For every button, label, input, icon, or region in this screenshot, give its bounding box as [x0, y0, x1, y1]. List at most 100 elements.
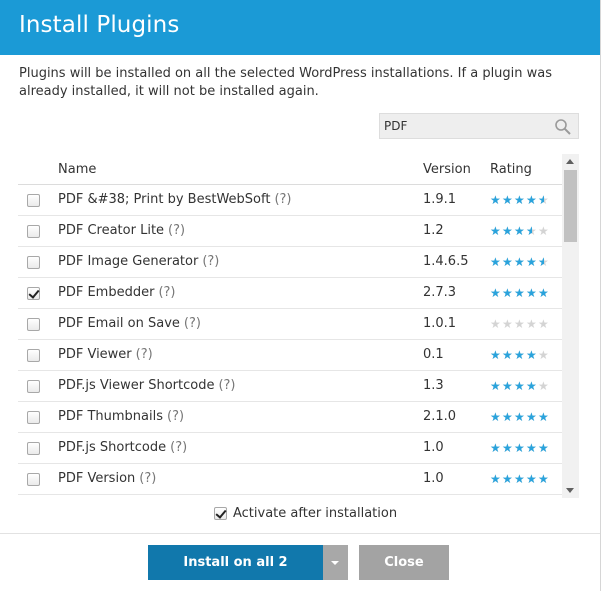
plugin-info-link[interactable]: (?) — [136, 347, 153, 362]
star-icon: ★★ — [514, 317, 525, 331]
row-checkbox[interactable] — [27, 380, 40, 393]
plugin-version: 1.0 — [423, 440, 444, 455]
plugin-info-link[interactable]: (?) — [170, 440, 187, 455]
table-row[interactable]: PDF Creator Lite(?)1.2★★★★★★★★★★ — [18, 216, 563, 247]
star-icon: ★★ — [538, 348, 549, 362]
plugin-name-cell: PDF Embedder (?) — [58, 285, 175, 300]
install-button[interactable]: Install on all 2 instances — [148, 545, 323, 591]
install-options-dropdown-button[interactable] — [323, 545, 348, 580]
star-icon: ★★ — [502, 193, 513, 207]
scroll-up-arrow-icon[interactable] — [566, 159, 574, 164]
row-checkbox[interactable] — [27, 411, 40, 424]
star-icon: ★★ — [514, 441, 525, 455]
dialog-title: Install Plugins — [19, 12, 180, 38]
star-icon: ★★ — [538, 441, 549, 455]
star-icon: ★★ — [514, 472, 525, 486]
star-icon: ★★ — [490, 441, 501, 455]
table-row[interactable]: PDF Viewer(?)0.1★★★★★★★★★★ — [18, 340, 563, 371]
star-icon: ★★ — [538, 255, 549, 269]
star-icon: ★★ — [490, 317, 501, 331]
star-icon: ★★ — [538, 286, 549, 300]
row-checkbox[interactable] — [27, 318, 40, 331]
rating-stars: ★★★★★★★★★★ — [490, 223, 550, 238]
plugin-version: 2.7.3 — [423, 285, 457, 300]
column-header-rating[interactable]: Rating — [490, 162, 532, 177]
table-row[interactable]: PDF Embedder (?) 2.7.3 ★ ★ ★ ★ ★ ★ ★ ★ ★ ★ — [18, 278, 563, 309]
row-checkbox[interactable] — [27, 225, 40, 238]
column-header-version[interactable]: Version — [423, 162, 471, 177]
table-row[interactable]: PDF Email on Save(?)1.0.1★★★★★★★★★★ — [18, 309, 563, 340]
star-icon: ★★ — [490, 410, 501, 424]
plugin-info-link[interactable]: (?) — [218, 378, 235, 393]
plugin-info-link[interactable]: (?) — [168, 223, 185, 238]
search-input[interactable] — [384, 117, 549, 135]
table-row[interactable]: PDF Image Generator (?) 1.4.6.5 ★ ★ ★ ★ ★ ★ ★ ★ ★ ★ — [18, 247, 563, 278]
star-icon: ★★ — [490, 379, 501, 393]
row-checkbox[interactable] — [27, 349, 40, 362]
star-icon: ★★ — [526, 410, 537, 424]
plugin-name: PDF.js Viewer Shortcode — [58, 378, 215, 393]
table-header: Name Version Rating — [18, 154, 563, 185]
search-icon[interactable] — [554, 118, 572, 136]
star-icon: ★★ — [502, 472, 513, 486]
plugin-version: 2.1.0 — [423, 409, 457, 424]
plugin-name-cell: PDF Image Generator (?) — [58, 254, 219, 269]
star-icon: ★★ — [502, 410, 513, 424]
table-scrollbar[interactable] — [562, 154, 579, 498]
row-checkbox[interactable] — [27, 194, 40, 207]
star-icon: ★★ — [490, 224, 501, 238]
plugin-info-link[interactable]: (?) — [202, 254, 219, 269]
plugin-name-cell: PDF.js Shortcode (?) — [58, 440, 187, 455]
plugin-version: 0.1 — [423, 347, 444, 362]
scrollbar-thumb[interactable] — [564, 170, 577, 242]
table-row[interactable]: PDF &#38; Print by BestWebSoft (?) 1.9.1 ★ ★… — [18, 185, 563, 216]
plugin-name-cell: PDF Thumbnails (?) — [58, 409, 184, 424]
rating-stars: ★★★★★★★★★★ — [490, 471, 550, 486]
star-icon: ★★ — [502, 348, 513, 362]
plugin-name: PDF Thumbnails — [58, 409, 163, 424]
plugins-table: Name Version Rating PDF &#38; Print by B… — [18, 154, 579, 498]
plugin-version: 1.2 — [423, 223, 444, 238]
plugin-name-cell: PDF Viewer (?) — [58, 347, 153, 362]
table-row[interactable]: PDF.js Shortcode (?) 1.0 ★ ★ ★ ★ ★ ★ ★ ★ ★ ★ — [18, 433, 563, 464]
star-icon: ★★ — [514, 410, 525, 424]
star-icon: ★★ — [490, 193, 501, 207]
row-checkbox[interactable] — [27, 442, 40, 455]
star-icon: ★★ — [514, 286, 525, 300]
plugin-info-link[interactable]: (?) — [184, 316, 201, 331]
table-row[interactable]: PDF.js Viewer Shortcode(?)1.3★★★★★★★★★★ — [18, 371, 563, 402]
plugin-name: PDF Email on Save — [58, 316, 180, 331]
footer-divider — [0, 533, 600, 534]
star-icon: ★★ — [514, 193, 525, 207]
table-row[interactable]: PDF Version (?) 1.0 ★ ★ ★ ★ ★ ★ ★ ★ ★ ★ — [18, 464, 563, 495]
table-row[interactable]: PDF Thumbnails (?) 2.1.0 ★ ★ ★ ★ ★ ★ ★ ★ ★ ★ — [18, 402, 563, 433]
star-icon: ★★ — [526, 441, 537, 455]
row-checkbox[interactable] — [27, 256, 40, 269]
plugin-info-link[interactable]: (?) — [139, 471, 156, 486]
install-plugins-dialog: Install Plugins Plugins will be installe… — [0, 0, 601, 591]
star-icon: ★★ — [514, 379, 525, 393]
plugin-name: PDF &#38; Print by BestWebSoft — [58, 192, 271, 207]
plugin-name-cell: PDF Email on Save (?) — [58, 316, 201, 331]
column-header-name[interactable]: Name — [58, 162, 96, 177]
star-icon: ★★ — [538, 224, 549, 238]
plugin-name-cell: PDF &#38; Print by BestWebSoft (?) — [58, 192, 291, 207]
scroll-down-arrow-icon[interactable] — [566, 488, 574, 493]
plugin-name: PDF Viewer — [58, 347, 132, 362]
star-icon: ★★ — [490, 472, 501, 486]
star-icon: ★★ — [502, 441, 513, 455]
activate-checkbox[interactable] — [214, 507, 227, 520]
rating-stars: ★★★★★★★★★★ — [490, 192, 550, 207]
star-icon: ★★ — [502, 379, 513, 393]
plugin-info-link[interactable]: (?) — [274, 192, 291, 207]
row-checkbox[interactable] — [27, 287, 40, 300]
row-checkbox[interactable] — [27, 473, 40, 486]
rating-stars: ★★★★★★★★★★ — [490, 440, 550, 455]
close-button[interactable]: Close — [359, 545, 449, 580]
plugin-info-link[interactable]: (?) — [158, 285, 175, 300]
plugin-name-cell: PDF Creator Lite (?) — [58, 223, 185, 238]
plugin-info-link[interactable]: (?) — [167, 409, 184, 424]
rating-stars: ★★★★★★★★★★ — [490, 409, 550, 424]
star-icon: ★★ — [514, 255, 525, 269]
activate-label[interactable]: Activate after installation — [233, 506, 397, 521]
